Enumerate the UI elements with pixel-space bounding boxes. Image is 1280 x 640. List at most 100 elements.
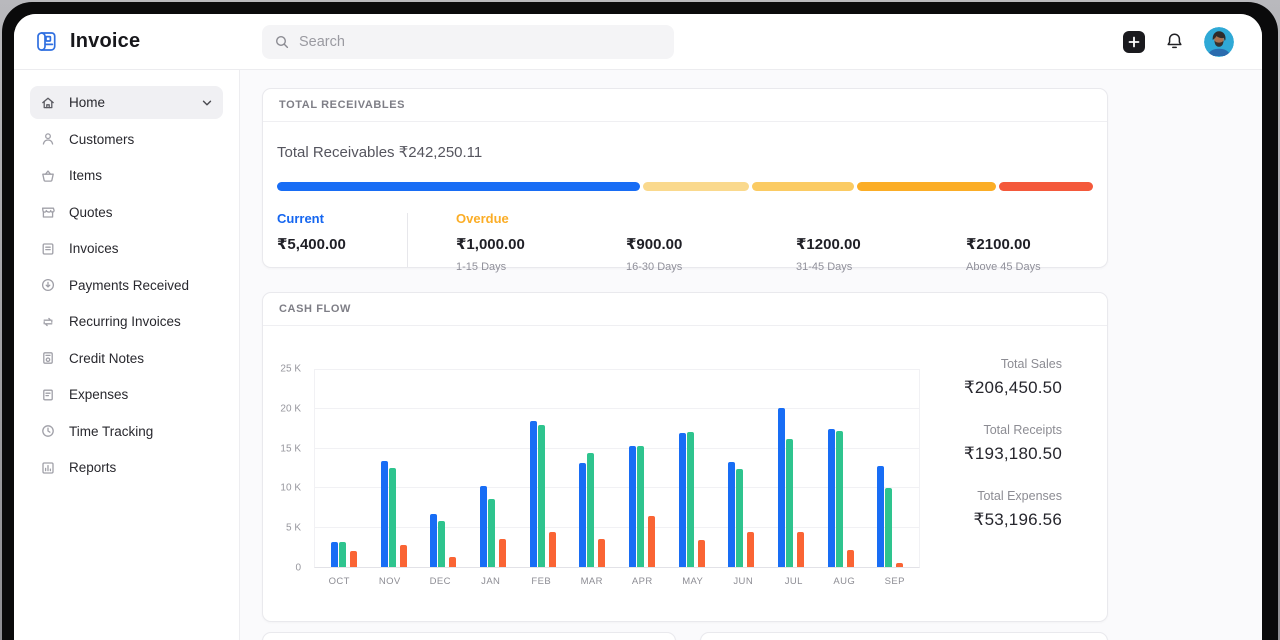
user-avatar[interactable] (1204, 27, 1234, 57)
clock-icon (40, 423, 56, 439)
sidebar-item-label: Expenses (69, 387, 128, 402)
sidebar-item-label: Credit Notes (69, 351, 144, 366)
x-tick-label: NOV (365, 576, 416, 587)
bar-receipts-oct (339, 542, 346, 567)
x-tick-label: MAY (668, 576, 719, 587)
sidebar-item-label: Reports (69, 460, 116, 475)
sidebar-item-items[interactable]: Items (30, 159, 223, 192)
cash-flow-header: CASH FLOW (263, 293, 1107, 326)
bar-sales-jan (480, 486, 487, 567)
chevron-down-icon[interactable] (201, 97, 213, 109)
total-receivables-header: TOTAL RECEIVABLES (263, 89, 1107, 122)
bar-sales-aug (828, 429, 835, 567)
bar-expenses-mar (598, 539, 605, 567)
notifications-bell-icon[interactable] (1164, 31, 1185, 52)
sidebar-item-customers[interactable]: Customers (30, 123, 223, 156)
bar-receipts-aug (836, 431, 843, 567)
chart-x-axis: OCTNOVDECJANFEBMARAPRMAYJUNJULAUGSEP (314, 576, 920, 587)
sidebar-item-expenses[interactable]: Expenses (30, 378, 223, 411)
storefront-icon (40, 204, 56, 220)
y-tick-label: 0 (295, 563, 301, 574)
add-new-button[interactable] (1123, 31, 1145, 53)
bar-sales-feb (530, 421, 537, 567)
bar-receipts-sep (885, 488, 892, 567)
bar-receipts-nov (389, 468, 396, 567)
app-logo: Invoice (32, 28, 262, 56)
receivables-segment-overdue-above-45-days (999, 182, 1093, 191)
current-label: Current (277, 211, 407, 226)
bar-expenses-may (698, 540, 705, 567)
bar-group-sep (865, 370, 915, 567)
search-icon (274, 34, 290, 50)
bar-receipts-may (687, 432, 694, 567)
bar-sales-apr (629, 446, 636, 567)
x-tick-label: MAR (567, 576, 618, 587)
bar-receipts-mar (587, 453, 594, 567)
expense-receipt-icon (40, 387, 56, 403)
bar-group-feb (518, 370, 568, 567)
sidebar-item-invoices[interactable]: Invoices (30, 232, 223, 265)
window-frame: Invoice Search (2, 2, 1278, 640)
recurring-loop-icon (40, 314, 56, 330)
sidebar-item-time-tracking[interactable]: Time Tracking (30, 415, 223, 448)
total-expenses-value: ₹53,196.56 (964, 510, 1062, 530)
home-icon (40, 95, 56, 111)
sidebar-item-home[interactable]: Home (30, 86, 223, 119)
cash-flow-totals: Total Sales ₹206,450.50 Total Receipts ₹… (964, 357, 1062, 555)
total-sales-label: Total Sales (964, 357, 1062, 371)
total-receipts-value: ₹193,180.50 (964, 444, 1062, 464)
sidebar-item-label: Quotes (69, 205, 113, 220)
total-receivables-amount: ₹242,250.11 (399, 144, 483, 161)
current-column: Current ₹5,400.00 (277, 211, 407, 273)
x-tick-label: OCT (314, 576, 365, 587)
bar-expenses-feb (549, 532, 556, 567)
total-expenses-label: Total Expenses (964, 489, 1062, 503)
receivables-aging-row: Current ₹5,400.00 Overdue ₹1,000.00 1-15… (277, 211, 1093, 273)
sidebar-item-label: Home (69, 95, 105, 110)
bottom-right-card (700, 632, 1108, 640)
sidebar-item-payments-received[interactable]: Payments Received (30, 269, 223, 302)
bar-sales-sep (877, 466, 884, 567)
y-tick-label: 25 K (280, 364, 301, 375)
dashboard-main: TOTAL RECEIVABLES Total Receivables ₹242… (240, 70, 1262, 640)
bar-group-dec (418, 370, 468, 567)
bar-group-oct (319, 370, 369, 567)
payment-received-icon (40, 277, 56, 293)
bar-group-jul (766, 370, 816, 567)
sidebar-item-label: Recurring Invoices (69, 314, 181, 329)
sidebar-item-credit-notes[interactable]: Credit Notes (30, 342, 223, 375)
bar-expenses-dec (449, 557, 456, 567)
receivables-segment-overdue-31-45-days (857, 182, 996, 191)
bar-chart-icon (40, 460, 56, 476)
cash-flow-card: CASH FLOW 05 K10 K15 K20 K25 K OCTNOVDEC… (262, 292, 1108, 622)
receivables-segment-current (277, 182, 640, 191)
bar-receipts-jun (736, 469, 743, 568)
total-sales-value: ₹206,450.50 (964, 378, 1062, 398)
sidebar: Home Customers Items (14, 70, 240, 640)
bar-receipts-dec (438, 521, 445, 567)
total-receivables-card: TOTAL RECEIVABLES Total Receivables ₹242… (262, 88, 1108, 268)
overdue-bucket-1-15: Overdue ₹1,000.00 1-15 Days (456, 211, 578, 273)
x-tick-label: JAN (466, 576, 517, 587)
bar-expenses-jan (499, 539, 506, 567)
sidebar-item-recurring-invoices[interactable]: Recurring Invoices (30, 305, 223, 338)
x-tick-label: SEP (870, 576, 921, 587)
y-tick-label: 10 K (280, 483, 301, 494)
bar-sales-oct (331, 542, 338, 567)
bar-sales-may (679, 433, 686, 567)
sidebar-item-reports[interactable]: Reports (30, 451, 223, 484)
bar-receipts-apr (637, 446, 644, 567)
bar-sales-nov (381, 461, 388, 567)
bar-group-may (667, 370, 717, 567)
overdue-bucket-above-45: ₹2100.00 Above 45 Days (966, 211, 1088, 273)
invoice-app: Invoice Search (14, 14, 1262, 640)
x-tick-label: JUL (769, 576, 820, 587)
bar-receipts-feb (538, 425, 545, 567)
invoice-document-icon (40, 241, 56, 257)
search-input[interactable]: Search (262, 25, 674, 59)
app-title: Invoice (70, 30, 140, 53)
bar-expenses-oct (350, 551, 357, 567)
bar-group-nov (369, 370, 419, 567)
sidebar-item-quotes[interactable]: Quotes (30, 196, 223, 229)
search-placeholder: Search (299, 34, 345, 50)
